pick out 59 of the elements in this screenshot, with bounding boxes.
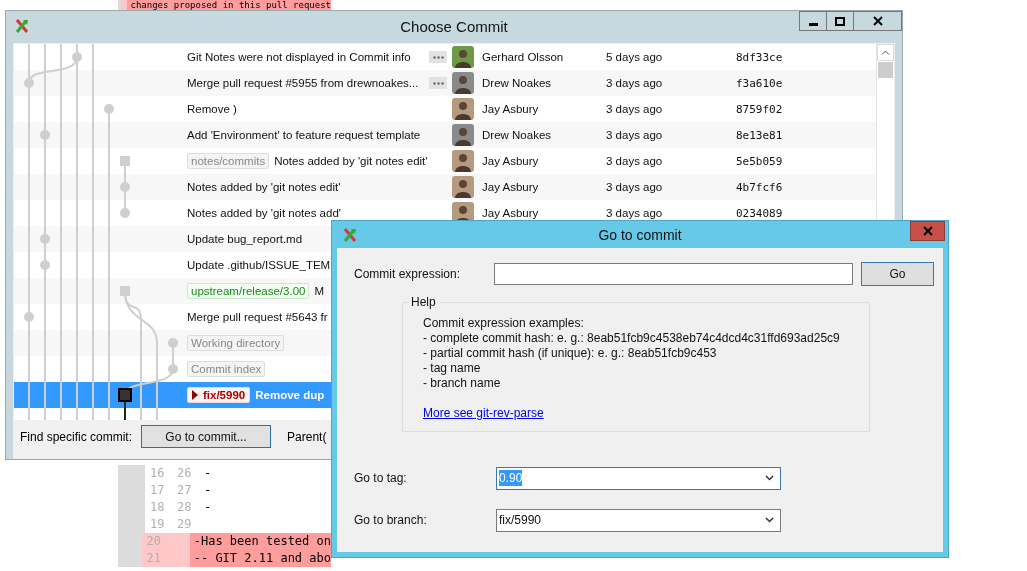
commit-hash: f3a610e: [736, 76, 783, 90]
author-name: Jay Asbury: [482, 103, 540, 115]
field-label: Go to branch:: [354, 513, 428, 527]
commit-message: Notes added by 'git notes edit': [187, 181, 341, 193]
line-number: 26: [176, 465, 193, 482]
commit-message: Git Notes were not displayed in Commit info: [187, 51, 411, 63]
line-number: 19: [149, 516, 166, 533]
help-text: - partial commit hash (if unique): e. g.: 8eab51fcb9c453: [423, 346, 718, 361]
commit-date: 3 days ago: [606, 207, 664, 219]
line-number: 17: [149, 482, 166, 499]
field-label: Go to tag:: [354, 471, 408, 485]
commit-date: 3 days ago: [606, 181, 664, 193]
commit-hash: 4b7fcf6: [736, 180, 783, 194]
parent-label: Parent(: [287, 429, 327, 444]
commit-message: Remove dup: [255, 389, 325, 401]
author-name: Jay Asbury: [482, 181, 540, 193]
commit-date: 3 days ago: [606, 103, 664, 115]
group-title: Help: [409, 295, 438, 309]
window-title: Choose Commit: [400, 17, 508, 35]
commit-date: 3 days ago: [606, 77, 664, 89]
author-name: Jay Asbury: [482, 207, 540, 219]
line-number: 28: [176, 499, 193, 516]
commit-hash: 8e13e81: [736, 128, 783, 142]
branch-name: fix/5990: [203, 389, 246, 401]
commit-message: Merge pull request #5955 from drewnoakes...: [187, 77, 419, 89]
commit-date: 5 days ago: [606, 51, 664, 63]
author-name: Drew Noakes: [482, 77, 553, 89]
line-number: 16: [149, 465, 166, 482]
commit-date: 3 days ago: [606, 129, 664, 141]
find-commit-label: Find specific commit:: [20, 429, 133, 444]
ref-label: Commit index: [187, 361, 266, 377]
help-text: - branch name: [423, 376, 502, 391]
commit-hash: 0234089: [736, 206, 783, 220]
line-number: 27: [176, 482, 193, 499]
ref-label: upstream/release/3.00: [187, 283, 310, 299]
commit-hash: 8759f02: [736, 102, 783, 116]
line-number: 21: [145, 550, 163, 567]
help-text: Commit expression examples:: [423, 316, 585, 331]
author-name: Jay Asbury: [482, 155, 540, 167]
author-name: Drew Noakes: [482, 129, 553, 141]
commit-hash: 8df33ce: [736, 50, 783, 64]
ref-label: Working directory: [187, 335, 285, 351]
dialog-title: Go to commit: [598, 226, 682, 243]
commit-message: Notes added by 'git notes edit': [274, 155, 428, 167]
help-text: - complete commit hash: e. g.: 8eab51fcb9c4538eb74c4dcd4c31ffd693ad25c9: [423, 331, 841, 346]
help-text: - tag name: [423, 361, 482, 376]
line-number: 18: [149, 499, 166, 516]
author-name: Gerhard Olsson: [482, 51, 565, 63]
line-number: 29: [176, 516, 193, 533]
commit-message: Update bug_report.md: [187, 233, 303, 245]
ref-label: notes/commits: [187, 153, 270, 169]
commit-hash: 5e5b059: [736, 154, 783, 168]
commit-message: Add 'Environment' to feature request template: [187, 129, 421, 141]
commit-date: 3 days ago: [606, 155, 664, 167]
commit-message: M: [314, 285, 325, 297]
field-label: Commit expression:: [354, 267, 462, 281]
commit-message: Remove ): [187, 103, 237, 115]
line-number: 20: [145, 533, 163, 550]
commit-message: Notes added by 'git notes add': [187, 207, 341, 219]
